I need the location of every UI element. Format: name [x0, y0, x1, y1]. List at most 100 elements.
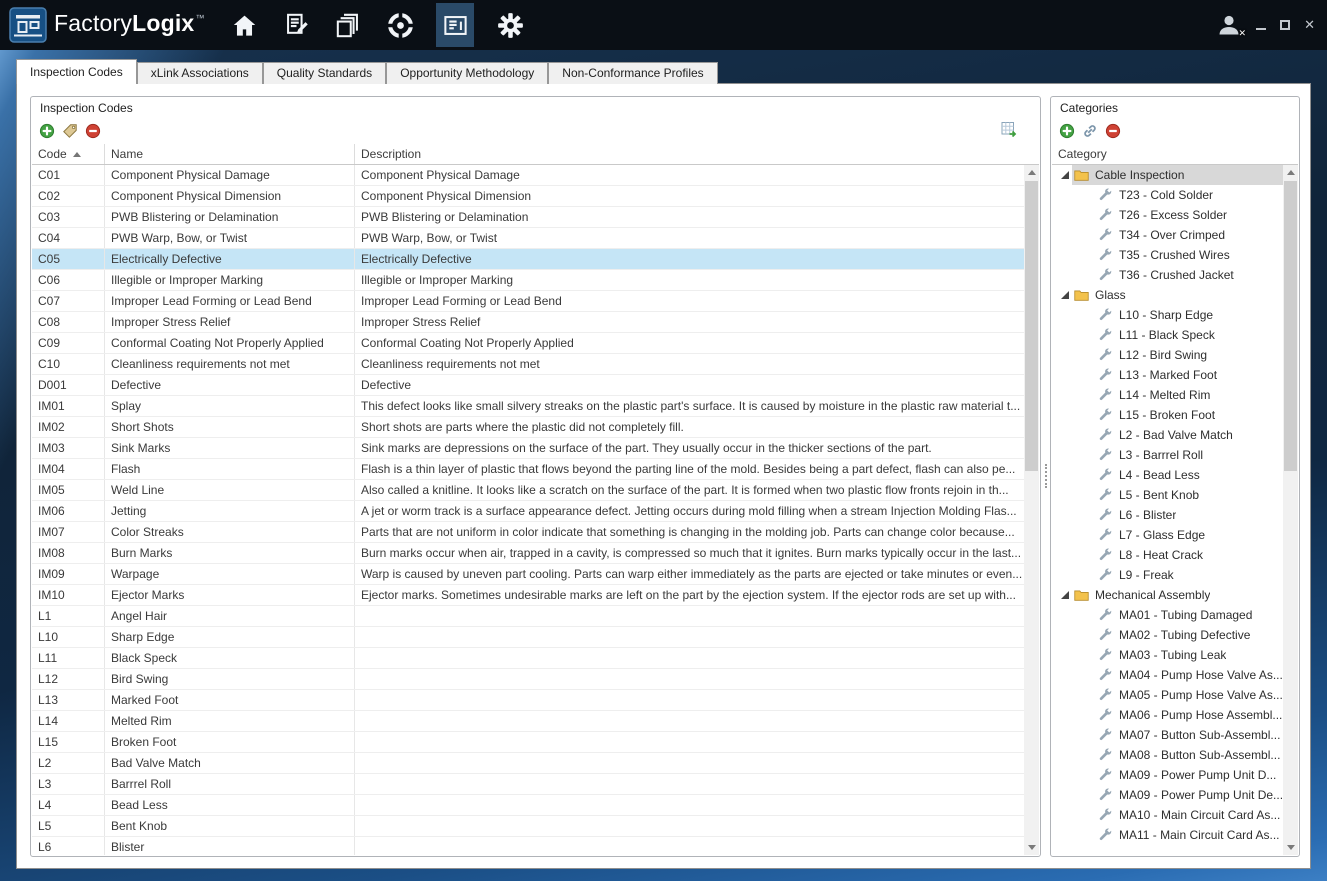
- inspection-code-row[interactable]: L4Bead Less: [32, 795, 1024, 816]
- add-icon[interactable]: [1059, 123, 1075, 139]
- inspection-code-node[interactable]: L2 - Bad Valve Match: [1052, 425, 1283, 445]
- inspection-code-row[interactable]: C10Cleanliness requirements not metClean…: [32, 354, 1024, 375]
- inspection-code-node[interactable]: MA01 - Tubing Damaged: [1052, 605, 1283, 625]
- inspection-code-row[interactable]: L3Barrrel Roll: [32, 774, 1024, 795]
- scroll-down-icon[interactable]: [1283, 840, 1298, 855]
- inspection-code-node[interactable]: MA02 - Tubing Defective: [1052, 625, 1283, 645]
- inspection-code-node[interactable]: L11 - Black Speck: [1052, 325, 1283, 345]
- scroll-up-icon[interactable]: [1283, 165, 1298, 180]
- edit-tag-icon[interactable]: [62, 123, 78, 139]
- inspection-code-row[interactable]: IM05Weld LineAlso called a knitline. It …: [32, 480, 1024, 501]
- export-grid-icon[interactable]: [1001, 121, 1018, 138]
- tab-opportunity-methodology[interactable]: Opportunity Methodology: [386, 62, 548, 84]
- inspection-code-node[interactable]: T26 - Excess Solder: [1052, 205, 1283, 225]
- inspection-code-node[interactable]: MA08 - Button Sub-Assembl...: [1052, 745, 1283, 765]
- inspection-code-row[interactable]: L14Melted Rim: [32, 711, 1024, 732]
- npi-checklist-icon[interactable]: [280, 5, 312, 45]
- inspection-code-row[interactable]: L15Broken Foot: [32, 732, 1024, 753]
- close-button[interactable]: [1304, 19, 1315, 31]
- inspection-code-row[interactable]: D001DefectiveDefective: [32, 375, 1024, 396]
- inspection-code-row[interactable]: IM07Color StreaksParts that are not unif…: [32, 522, 1024, 543]
- inspection-code-node[interactable]: MA09 - Power Pump Unit De...: [1052, 785, 1283, 805]
- column-header-code[interactable]: Code: [32, 144, 105, 164]
- remove-icon[interactable]: [1105, 123, 1121, 139]
- inspection-code-node[interactable]: MA04 - Pump Hose Valve As...: [1052, 665, 1283, 685]
- inspection-code-row[interactable]: C05Electrically DefectiveElectrically De…: [32, 249, 1024, 270]
- scroll-down-icon[interactable]: [1024, 840, 1039, 855]
- inspection-code-row[interactable]: IM09WarpageWarp is caused by uneven part…: [32, 564, 1024, 585]
- inspection-code-row[interactable]: C04PWB Warp, Bow, or TwistPWB Warp, Bow,…: [32, 228, 1024, 249]
- inspection-code-row[interactable]: IM02Short ShotsShort shots are parts whe…: [32, 417, 1024, 438]
- inspection-code-row[interactable]: C01Component Physical DamageComponent Ph…: [32, 165, 1024, 186]
- link-icon[interactable]: [1082, 123, 1098, 139]
- inspection-code-row[interactable]: C06Illegible or Improper MarkingIllegibl…: [32, 270, 1024, 291]
- inspection-code-node[interactable]: T34 - Over Crimped: [1052, 225, 1283, 245]
- inspection-code-row[interactable]: IM03Sink MarksSink marks are depressions…: [32, 438, 1024, 459]
- inspection-code-node[interactable]: L8 - Heat Crack: [1052, 545, 1283, 565]
- tab-xlink-associations[interactable]: xLink Associations: [137, 62, 263, 84]
- inspection-code-node[interactable]: MA06 - Pump Hose Assembl...: [1052, 705, 1283, 725]
- inspection-code-row[interactable]: C02Component Physical DimensionComponent…: [32, 186, 1024, 207]
- tab-non-conformance-profiles[interactable]: Non-Conformance Profiles: [548, 62, 717, 84]
- inspection-code-node[interactable]: L6 - Blister: [1052, 505, 1283, 525]
- category-node[interactable]: Glass: [1052, 285, 1283, 305]
- tree-scrollbar-thumb[interactable]: [1284, 181, 1297, 471]
- inspection-code-node[interactable]: L13 - Marked Foot: [1052, 365, 1283, 385]
- inspection-code-node[interactable]: L3 - Barrrel Roll: [1052, 445, 1283, 465]
- inspection-code-node[interactable]: L15 - Broken Foot: [1052, 405, 1283, 425]
- inspection-code-row[interactable]: IM04FlashFlash is a thin layer of plasti…: [32, 459, 1024, 480]
- column-header-description[interactable]: Description: [355, 144, 1039, 164]
- settings-gear-icon[interactable]: [494, 5, 526, 45]
- inspection-code-row[interactable]: C07Improper Lead Forming or Lead BendImp…: [32, 291, 1024, 312]
- minimize-button[interactable]: [1256, 21, 1266, 30]
- category-node[interactable]: Cable Inspection: [1052, 165, 1283, 185]
- tab-inspection-codes[interactable]: Inspection Codes: [16, 59, 137, 84]
- category-node[interactable]: Mechanical Assembly: [1052, 585, 1283, 605]
- tab-quality-standards[interactable]: Quality Standards: [263, 62, 386, 84]
- inspection-code-node[interactable]: MA09 - Power Pump Unit D...: [1052, 765, 1283, 785]
- analytics-report-icon[interactable]: [436, 3, 474, 47]
- inspection-code-row[interactable]: L6Blister: [32, 837, 1024, 855]
- inspection-code-row[interactable]: L10Sharp Edge: [32, 627, 1024, 648]
- expander-collapse-icon[interactable]: [1058, 168, 1072, 182]
- grid-scrollbar-thumb[interactable]: [1025, 181, 1038, 471]
- inspection-code-row[interactable]: IM08Burn MarksBurn marks occur when air,…: [32, 543, 1024, 564]
- expander-collapse-icon[interactable]: [1058, 588, 1072, 602]
- inspection-code-node[interactable]: MA11 - Main Circuit Card As...: [1052, 825, 1283, 845]
- scroll-up-icon[interactable]: [1024, 165, 1039, 180]
- inspection-code-node[interactable]: MA10 - Main Circuit Card As...: [1052, 805, 1283, 825]
- inspection-code-row[interactable]: L2Bad Valve Match: [32, 753, 1024, 774]
- inspection-code-row[interactable]: C09Conformal Coating Not Properly Applie…: [32, 333, 1024, 354]
- remove-icon[interactable]: [85, 123, 101, 139]
- inspection-code-row[interactable]: C03PWB Blistering or DelaminationPWB Bli…: [32, 207, 1024, 228]
- materials-stack-icon[interactable]: [332, 5, 364, 45]
- expander-collapse-icon[interactable]: [1058, 288, 1072, 302]
- panel-splitter[interactable]: [1042, 96, 1049, 857]
- inspection-code-node[interactable]: L4 - Bead Less: [1052, 465, 1283, 485]
- inspection-code-node[interactable]: L7 - Glass Edge: [1052, 525, 1283, 545]
- inspection-code-node[interactable]: L14 - Melted Rim: [1052, 385, 1283, 405]
- logout-user-icon[interactable]: ✕: [1216, 12, 1242, 38]
- inspection-code-node[interactable]: MA07 - Button Sub-Assembl...: [1052, 725, 1283, 745]
- inspection-code-row[interactable]: IM10Ejector MarksEjector marks. Sometime…: [32, 585, 1024, 606]
- inspection-code-row[interactable]: C08Improper Stress ReliefImproper Stress…: [32, 312, 1024, 333]
- inspection-code-node[interactable]: T23 - Cold Solder: [1052, 185, 1283, 205]
- production-disc-icon[interactable]: [384, 5, 416, 45]
- inspection-code-row[interactable]: L12Bird Swing: [32, 669, 1024, 690]
- add-icon[interactable]: [39, 123, 55, 139]
- inspection-code-node[interactable]: L10 - Sharp Edge: [1052, 305, 1283, 325]
- inspection-code-row[interactable]: L13Marked Foot: [32, 690, 1024, 711]
- inspection-code-row[interactable]: L5Bent Knob: [32, 816, 1024, 837]
- inspection-code-row[interactable]: IM06JettingA jet or worm track is a surf…: [32, 501, 1024, 522]
- grid-vertical-scrollbar[interactable]: [1024, 165, 1039, 855]
- maximize-button[interactable]: [1280, 20, 1290, 30]
- inspection-code-node[interactable]: MA03 - Tubing Leak: [1052, 645, 1283, 665]
- inspection-code-node[interactable]: L9 - Freak: [1052, 565, 1283, 585]
- tree-vertical-scrollbar[interactable]: [1283, 165, 1298, 855]
- inspection-code-node[interactable]: T35 - Crushed Wires: [1052, 245, 1283, 265]
- home-icon[interactable]: [228, 5, 260, 45]
- inspection-code-node[interactable]: L5 - Bent Knob: [1052, 485, 1283, 505]
- inspection-code-node[interactable]: T36 - Crushed Jacket: [1052, 265, 1283, 285]
- inspection-code-node[interactable]: L12 - Bird Swing: [1052, 345, 1283, 365]
- inspection-code-row[interactable]: IM01SplayThis defect looks like small si…: [32, 396, 1024, 417]
